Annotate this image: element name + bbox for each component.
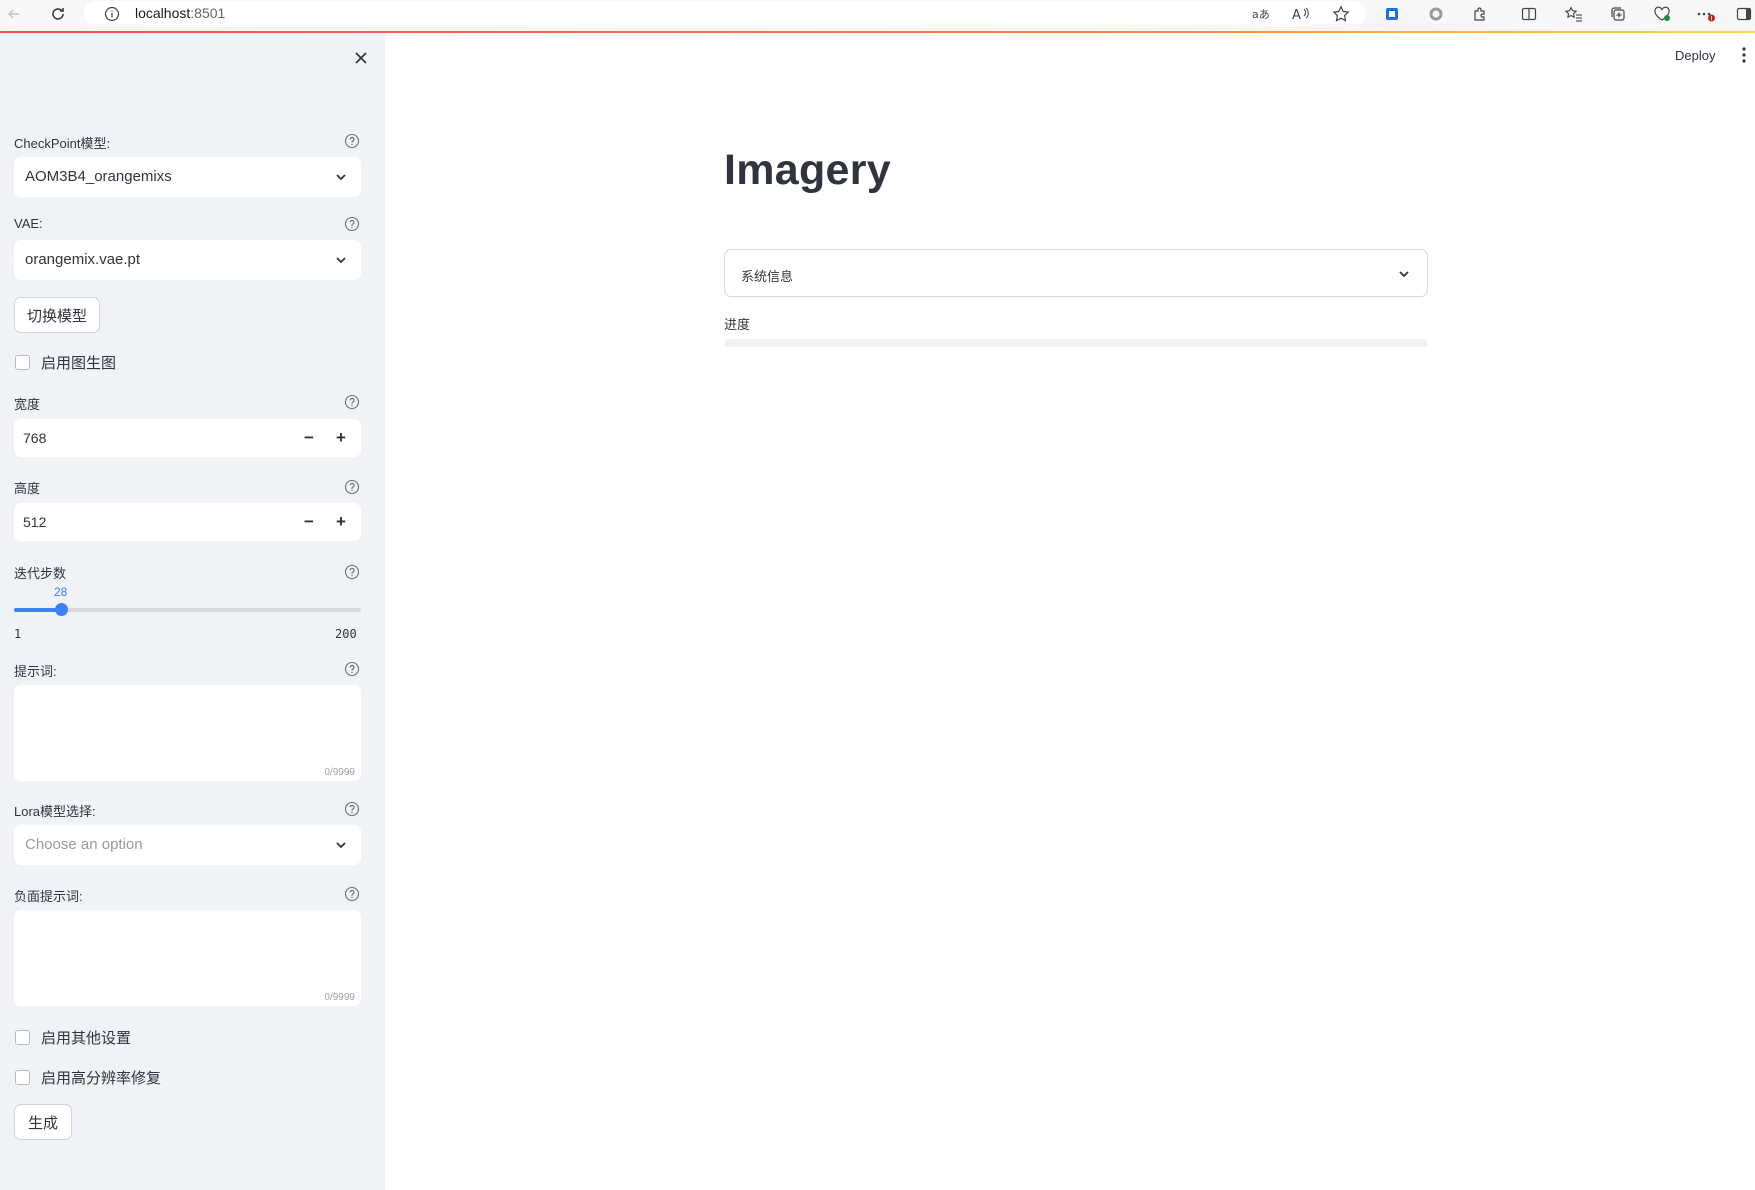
- hires-fix-checkbox-label: 启用高分辨率修复: [41, 1069, 162, 1087]
- help-icon[interactable]: [344, 886, 360, 902]
- browser-toolbar: localhost:8501 aあ A: [0, 0, 1755, 31]
- vae-select[interactable]: orangemix.vae.pt: [14, 240, 361, 280]
- lora-label: Lora模型选择:: [14, 804, 96, 819]
- other-settings-checkbox-label: 启用其他设置: [41, 1029, 132, 1047]
- help-icon[interactable]: [344, 216, 360, 232]
- img2img-checkbox-row[interactable]: 启用图生图: [15, 352, 116, 372]
- progress-label: 进度: [724, 317, 751, 332]
- address-bar[interactable]: [84, 1, 1366, 27]
- steps-slider-min: 1: [14, 627, 22, 641]
- split-screen-icon[interactable]: [1518, 3, 1540, 25]
- steps-slider[interactable]: [14, 603, 361, 616]
- hires-fix-checkbox[interactable]: [15, 1069, 30, 1085]
- prompt-label: 提示词:: [14, 664, 57, 679]
- lora-placeholder: Choose an option: [25, 836, 143, 853]
- vae-value: orangemix.vae.pt: [25, 251, 141, 268]
- hires-fix-checkbox-row[interactable]: 启用高分辨率修复: [15, 1067, 161, 1087]
- url-port: :8501: [190, 5, 226, 21]
- checkpoint-value: AOM3B4_orangemixs: [25, 168, 172, 185]
- steps-slider-thumb[interactable]: [55, 603, 68, 616]
- chevron-down-icon: [336, 257, 346, 264]
- svg-text:A: A: [1292, 8, 1301, 21]
- negative-prompt-textarea[interactable]: 0/9999: [14, 910, 361, 1006]
- favorites-list-icon[interactable]: [1563, 3, 1585, 25]
- help-icon[interactable]: [344, 133, 360, 149]
- steps-slider-fill: [14, 608, 61, 612]
- help-icon[interactable]: [344, 479, 360, 495]
- translate-icon[interactable]: aあ: [1250, 3, 1272, 25]
- steps-label: 迭代步数: [14, 566, 67, 581]
- help-icon[interactable]: [344, 564, 360, 580]
- width-input[interactable]: 768 − +: [14, 419, 361, 457]
- generate-button[interactable]: 生成: [14, 1104, 72, 1140]
- back-icon[interactable]: [4, 4, 24, 24]
- height-input[interactable]: 512 − +: [14, 503, 361, 541]
- height-increment-button[interactable]: +: [325, 503, 357, 541]
- help-icon[interactable]: [344, 394, 360, 410]
- switch-model-button[interactable]: 切换模型: [14, 297, 101, 333]
- checkpoint-label: CheckPoint模型:: [14, 136, 111, 151]
- reload-icon[interactable]: [48, 4, 68, 24]
- chevron-down-icon: [1399, 271, 1409, 278]
- img2img-checkbox[interactable]: [15, 354, 30, 370]
- checkpoint-select[interactable]: AOM3B4_orangemixs: [14, 157, 361, 197]
- close-sidebar-icon[interactable]: [350, 47, 372, 69]
- height-value: 512: [23, 514, 47, 530]
- steps-slider-max: 200: [335, 627, 357, 641]
- negative-prompt-label: 负面提示词:: [14, 889, 83, 904]
- deploy-button[interactable]: Deploy: [1675, 48, 1715, 63]
- steps-slider-value: 28: [54, 585, 68, 599]
- help-icon[interactable]: [344, 801, 360, 817]
- svg-text:aあ: aあ: [1252, 8, 1270, 21]
- vae-label: VAE:: [14, 216, 43, 231]
- extension-blue-icon[interactable]: [1381, 3, 1403, 25]
- favorite-star-icon[interactable]: [1330, 3, 1352, 25]
- sidebar: CheckPoint模型: AOM3B4_orangemixs VAE: ora…: [0, 33, 385, 1190]
- page-title: Imagery: [724, 146, 892, 194]
- url-text: localhost:8501: [135, 5, 225, 21]
- chevron-down-icon: [336, 842, 346, 849]
- browser-essentials-icon[interactable]: [1651, 3, 1673, 25]
- img2img-checkbox-label: 启用图生图: [41, 354, 117, 372]
- width-label: 宽度: [14, 397, 41, 412]
- extensions-puzzle-icon[interactable]: [1469, 3, 1491, 25]
- system-info-expander[interactable]: 系统信息: [724, 249, 1428, 297]
- url-host: localhost: [135, 5, 191, 21]
- sidebar-toggle-icon[interactable]: [1733, 3, 1755, 25]
- collections-icon[interactable]: [1607, 3, 1629, 25]
- more-menu-icon[interactable]: [1695, 3, 1717, 25]
- other-settings-checkbox-row[interactable]: 启用其他设置: [15, 1027, 131, 1047]
- other-settings-checkbox[interactable]: [15, 1029, 30, 1045]
- lora-multiselect[interactable]: Choose an option: [14, 825, 361, 865]
- progress-bar: [724, 339, 1428, 347]
- height-label: 高度: [14, 481, 41, 496]
- site-info-icon[interactable]: [102, 4, 122, 24]
- system-info-expander-label: 系统信息: [741, 269, 794, 284]
- main-menu-icon[interactable]: [1740, 46, 1748, 64]
- height-decrement-button[interactable]: −: [293, 503, 325, 541]
- prompt-textarea[interactable]: 0/9999: [14, 685, 361, 781]
- chevron-down-icon: [336, 174, 346, 181]
- width-value: 768: [23, 430, 47, 446]
- help-icon[interactable]: [344, 661, 360, 677]
- negative-prompt-char-count: 0/9999: [324, 992, 355, 1003]
- prompt-char-count: 0/9999: [324, 767, 355, 778]
- width-decrement-button[interactable]: −: [293, 419, 325, 457]
- width-increment-button[interactable]: +: [325, 419, 357, 457]
- read-aloud-icon[interactable]: A: [1290, 3, 1312, 25]
- extension-circle-icon[interactable]: [1425, 3, 1447, 25]
